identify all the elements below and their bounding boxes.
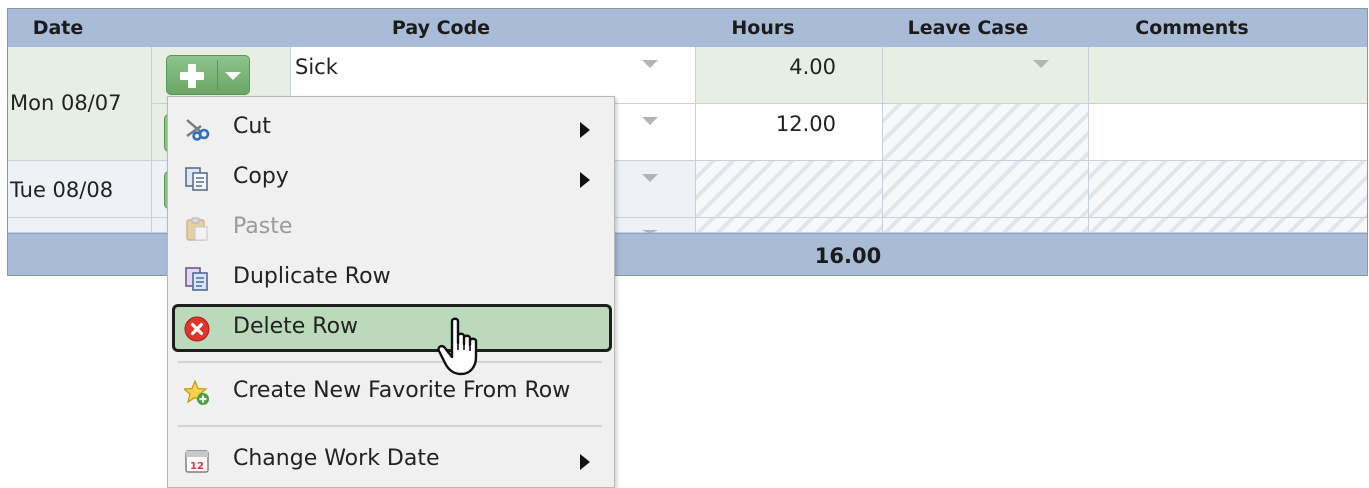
duplicate-icon <box>185 267 208 291</box>
menu-item-label: Change Work Date <box>233 446 440 471</box>
leave-case-cell-disabled <box>883 104 1089 161</box>
header-comments[interactable]: Comments <box>1088 9 1296 47</box>
menu-item-label: Duplicate Row <box>233 264 391 289</box>
menu-item-label: Copy <box>233 164 289 189</box>
calendar-icon: 12 <box>185 450 209 473</box>
hours-cell[interactable]: 4.00 <box>696 47 883 104</box>
grid-header: Date Pay Code Hours Leave Case Comments <box>8 9 1367 48</box>
submenu-arrow-icon <box>580 122 590 138</box>
menu-item-label: Create New Favorite From Row <box>233 378 571 403</box>
star-add-icon <box>184 380 209 405</box>
dropdown-arrow-icon[interactable] <box>1033 60 1049 68</box>
header-pay-code[interactable]: Pay Code <box>291 9 591 47</box>
hours-value: 4.00 <box>789 55 836 79</box>
header-leave-case[interactable]: Leave Case <box>886 9 1050 47</box>
date-cell-tue: Tue 08/08 <box>8 161 152 218</box>
leave-case-select[interactable] <box>883 47 1089 104</box>
hours-cell-disabled <box>696 161 883 218</box>
add-row-button[interactable] <box>166 55 250 95</box>
menu-item-cut[interactable]: Cut <box>172 104 612 152</box>
pay-code-value: Sick <box>295 55 338 79</box>
menu-item-paste[interactable]: Paste <box>172 204 612 252</box>
header-date[interactable]: Date <box>8 9 108 47</box>
calendar-day-number: 12 <box>190 461 204 472</box>
menu-item-copy[interactable]: Copy <box>172 154 612 202</box>
menu-item-delete-row[interactable]: Delete Row <box>172 304 612 352</box>
header-hours[interactable]: Hours <box>713 9 813 47</box>
dropdown-arrow-icon[interactable] <box>642 174 658 182</box>
paste-icon <box>186 217 208 241</box>
delete-icon <box>184 316 210 342</box>
date-label: Tue 08/08 <box>10 178 114 202</box>
menu-item-label: Paste <box>233 214 293 239</box>
comments-cell[interactable] <box>1089 104 1367 161</box>
chevron-down-icon <box>225 72 241 80</box>
menu-item-duplicate-row[interactable]: Duplicate Row <box>172 254 612 302</box>
total-hours: 16.00 <box>814 244 882 268</box>
comments-cell[interactable] <box>1089 47 1367 104</box>
hours-cell[interactable]: 12.00 <box>696 104 883 161</box>
copy-icon <box>185 167 208 191</box>
dropdown-arrow-icon[interactable] <box>642 117 658 125</box>
leave-case-cell-disabled <box>883 161 1089 218</box>
submenu-arrow-icon <box>580 454 590 470</box>
dropdown-arrow-icon[interactable] <box>642 60 658 68</box>
menu-item-change-work-date[interactable]: 12 Change Work Date <box>172 436 612 484</box>
menu-item-label: Cut <box>233 114 271 139</box>
menu-item-create-favorite[interactable]: Create New Favorite From Row <box>172 368 612 416</box>
scissors-icon <box>186 119 210 141</box>
submenu-arrow-icon <box>580 172 590 188</box>
comments-cell-disabled <box>1089 161 1367 218</box>
menu-item-label: Delete Row <box>233 314 359 339</box>
hand-cursor-icon <box>437 317 478 376</box>
row-context-menu: Cut Copy Paste Duplicate Row Delete Row … <box>167 96 615 488</box>
menu-separator <box>178 425 602 427</box>
hours-value: 12.00 <box>775 112 836 136</box>
menu-separator <box>178 361 602 363</box>
